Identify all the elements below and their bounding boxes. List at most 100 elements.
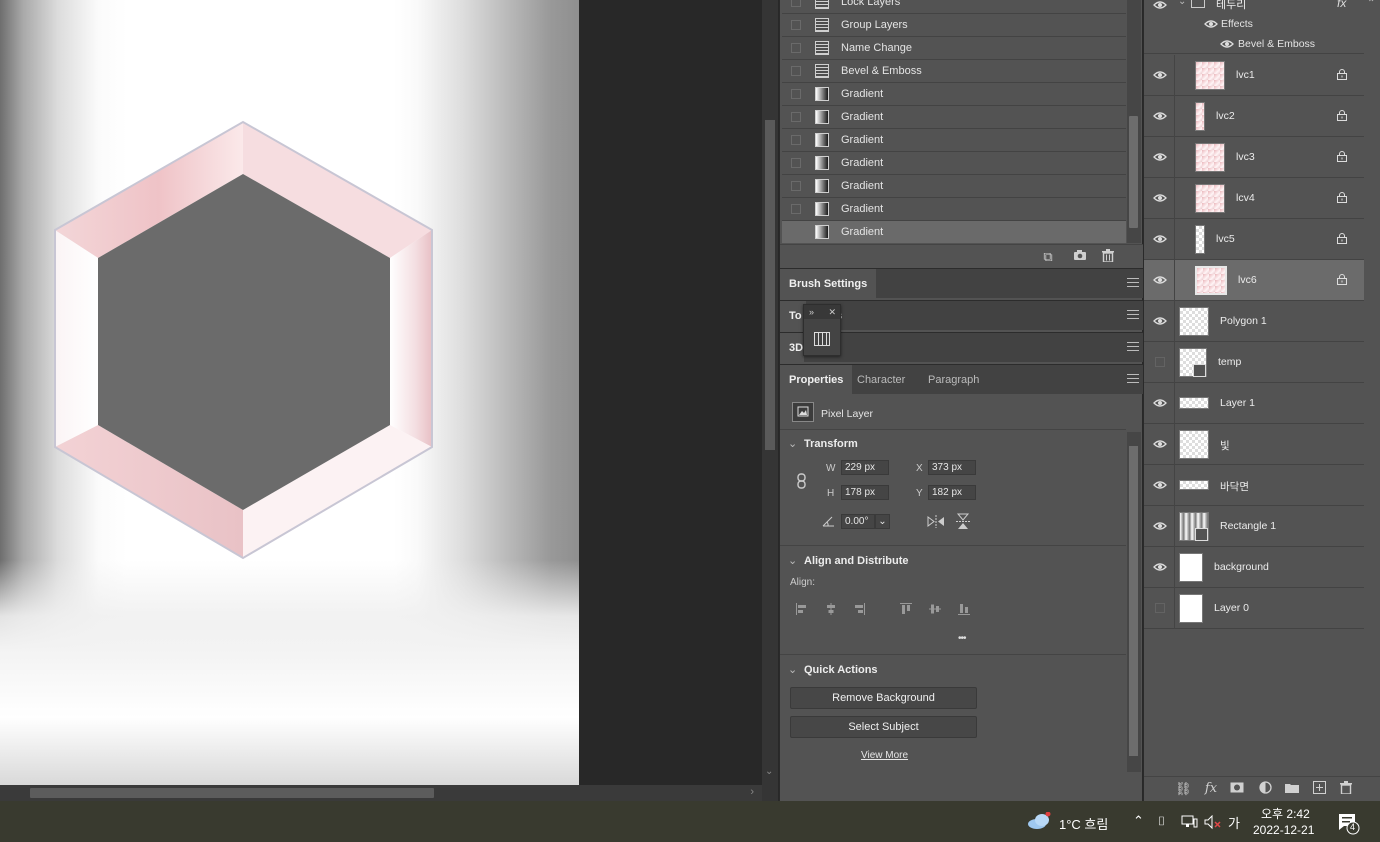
layer-row[interactable]: background bbox=[1144, 547, 1364, 588]
new-layer-icon[interactable] bbox=[1311, 781, 1327, 797]
eye-icon[interactable] bbox=[1153, 273, 1167, 287]
link-chain-icon[interactable] bbox=[797, 473, 806, 489]
properties-scrollbar[interactable] bbox=[1127, 432, 1141, 772]
layer-name[interactable]: temp bbox=[1218, 356, 1241, 368]
flip-vertical-icon[interactable] bbox=[956, 513, 970, 530]
bevel-emboss-effect-label[interactable]: Bevel & Emboss bbox=[1238, 38, 1315, 50]
tool-presets-icon[interactable] bbox=[814, 332, 830, 346]
angle-field[interactable]: 0.00° bbox=[841, 514, 875, 529]
chevron-down-icon[interactable]: ⌄ bbox=[1178, 0, 1186, 7]
link-layers-icon[interactable]: ⛓ bbox=[1175, 781, 1192, 797]
layer-name[interactable]: Rectangle 1 bbox=[1220, 520, 1276, 532]
visibility-toggle[interactable] bbox=[1155, 357, 1165, 367]
eye-icon[interactable] bbox=[1153, 150, 1167, 164]
width-field[interactable]: 229 px bbox=[841, 460, 889, 475]
layer-name[interactable]: Polygon 1 bbox=[1220, 315, 1267, 327]
tab-properties[interactable]: Properties bbox=[780, 365, 853, 395]
scroll-up-icon[interactable]: ⌃ bbox=[1367, 0, 1375, 9]
tab-tool-presets[interactable]: To bbox=[780, 301, 806, 331]
panel-menu-icon[interactable] bbox=[1127, 374, 1139, 384]
transform-section-header[interactable]: ⌄ Transform bbox=[788, 437, 858, 450]
notification-center-icon[interactable]: 4 bbox=[1338, 813, 1360, 835]
layer-row[interactable]: lvc3 bbox=[1144, 137, 1364, 178]
layer-row[interactable]: lvc2 bbox=[1144, 96, 1364, 137]
scroll-thumb[interactable] bbox=[1129, 116, 1138, 228]
layer-name[interactable]: lvc1 bbox=[1236, 69, 1255, 81]
align-left-edges-icon[interactable] bbox=[795, 602, 809, 616]
eye-icon[interactable] bbox=[1153, 314, 1167, 328]
tab-character[interactable]: Character bbox=[848, 365, 914, 395]
scroll-right-icon[interactable]: › bbox=[750, 786, 754, 798]
layer-row[interactable]: 바닥면 bbox=[1144, 465, 1364, 506]
quick-actions-section-header[interactable]: ⌄ Quick Actions bbox=[788, 663, 878, 676]
network-icon[interactable] bbox=[1181, 815, 1198, 829]
scroll-down-icon[interactable]: ⌄ bbox=[765, 766, 773, 777]
flip-horizontal-icon[interactable] bbox=[927, 515, 945, 528]
layer-name[interactable]: Layer 0 bbox=[1214, 602, 1249, 614]
lock-icon[interactable] bbox=[1337, 233, 1347, 244]
lock-icon[interactable] bbox=[1337, 151, 1347, 162]
document-canvas[interactable] bbox=[0, 0, 579, 785]
remove-background-button[interactable]: Remove Background bbox=[790, 687, 977, 709]
snapshot-checkbox[interactable] bbox=[791, 43, 801, 53]
visibility-toggle[interactable] bbox=[1155, 603, 1165, 613]
eye-icon[interactable] bbox=[1153, 191, 1167, 205]
ime-indicator[interactable]: 가 bbox=[1228, 813, 1240, 832]
scroll-thumb[interactable] bbox=[30, 788, 434, 798]
microphone-icon[interactable]: ⌷ bbox=[1158, 814, 1165, 829]
align-horizontal-centers-icon[interactable] bbox=[824, 602, 838, 616]
y-field[interactable]: 182 px bbox=[928, 485, 976, 500]
camera-icon[interactable] bbox=[1072, 249, 1088, 265]
align-top-edges-icon[interactable] bbox=[899, 602, 913, 616]
x-field[interactable]: 373 px bbox=[928, 460, 976, 475]
history-state[interactable]: Gradient bbox=[782, 106, 1126, 129]
scroll-thumb[interactable] bbox=[1129, 446, 1138, 756]
history-state[interactable]: Gradient bbox=[782, 129, 1126, 152]
floating-panel-titlebar[interactable]: » ✕ bbox=[804, 305, 840, 319]
close-icon[interactable]: ✕ bbox=[828, 305, 836, 319]
eye-icon[interactable] bbox=[1204, 19, 1218, 29]
eye-icon[interactable] bbox=[1153, 478, 1167, 492]
layer-name[interactable]: 바닥면 bbox=[1220, 479, 1249, 494]
layer-name[interactable]: lvc2 bbox=[1216, 110, 1235, 122]
layer-row[interactable]: lvc6 bbox=[1144, 260, 1364, 301]
layer-group-row[interactable]: ⌄ 테두리 fx Effects Bevel & Emboss bbox=[1144, 0, 1364, 54]
snapshot-checkbox[interactable] bbox=[791, 66, 801, 76]
trash-icon[interactable] bbox=[1100, 249, 1116, 265]
layer-row[interactable]: 빛 bbox=[1144, 424, 1364, 465]
layer-name[interactable]: background bbox=[1214, 561, 1269, 573]
history-state[interactable]: Bevel & Emboss bbox=[782, 60, 1126, 83]
align-right-edges-icon[interactable] bbox=[852, 602, 866, 616]
layer-row[interactable]: lvc1 bbox=[1144, 55, 1364, 96]
layer-row[interactable]: Polygon 1 bbox=[1144, 301, 1364, 342]
angle-dropdown-icon[interactable]: ⌄ bbox=[875, 514, 890, 529]
folder-icon[interactable] bbox=[1284, 781, 1300, 797]
view-more-link[interactable]: View More bbox=[861, 750, 908, 761]
clock-time[interactable]: 오후 2:42 bbox=[1261, 805, 1310, 822]
layer-name[interactable]: lvc6 bbox=[1238, 274, 1257, 286]
tab-brush-settings[interactable]: Brush Settings bbox=[780, 269, 877, 299]
eye-icon[interactable] bbox=[1220, 39, 1234, 49]
snapshot-checkbox[interactable] bbox=[791, 112, 801, 122]
layer-name[interactable]: lvc5 bbox=[1216, 233, 1235, 245]
snapshot-checkbox[interactable] bbox=[791, 204, 801, 214]
panel-menu-icon[interactable] bbox=[1127, 278, 1139, 288]
snapshot-checkbox[interactable] bbox=[791, 20, 801, 30]
history-state[interactable]: Name Change bbox=[782, 37, 1126, 60]
snapshot-checkbox[interactable] bbox=[791, 227, 801, 237]
adjustment-layer-icon[interactable] bbox=[1257, 781, 1273, 797]
align-vertical-centers-icon[interactable] bbox=[928, 602, 942, 616]
layer-row[interactable]: temp bbox=[1144, 342, 1364, 383]
eye-icon[interactable] bbox=[1153, 232, 1167, 246]
height-field[interactable]: 178 px bbox=[841, 485, 889, 500]
more-options-icon[interactable]: ••• bbox=[958, 633, 966, 644]
panel-menu-icon[interactable] bbox=[1127, 342, 1139, 352]
history-scrollbar[interactable] bbox=[1127, 0, 1141, 243]
tab-paragraph[interactable]: Paragraph bbox=[919, 365, 988, 395]
panel-menu-icon[interactable] bbox=[1127, 310, 1139, 320]
effects-label[interactable]: Effects bbox=[1221, 18, 1253, 30]
snapshot-checkbox[interactable] bbox=[791, 89, 801, 99]
layers-scrollbar[interactable]: ⌃ bbox=[1365, 0, 1380, 630]
scroll-thumb[interactable] bbox=[765, 120, 775, 450]
history-state[interactable]: Lock Layers bbox=[782, 0, 1126, 14]
